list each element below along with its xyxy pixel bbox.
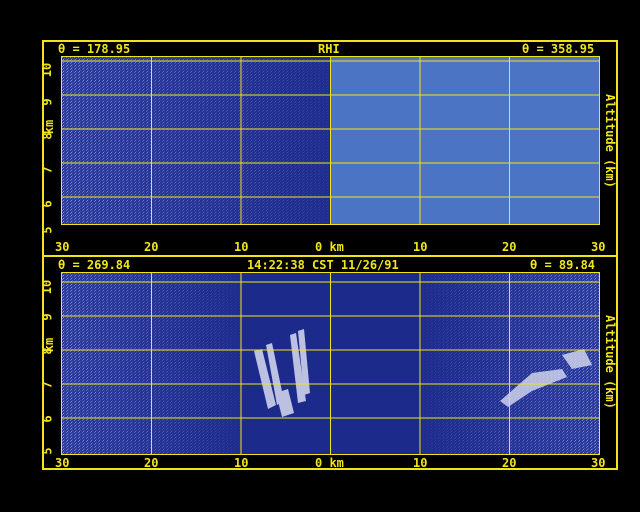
top-xtick-30-right: 30 (591, 240, 606, 254)
panel-divider (42, 255, 618, 257)
bottom-xtick-30-right: 30 (591, 456, 606, 470)
top-ytick-5: 5 (40, 226, 55, 234)
bottom-ytick-9: 9 (40, 313, 55, 321)
top-xtick-30-left: 30 (55, 240, 70, 254)
top-xtick-0: 0 km (315, 240, 344, 254)
bottom-ytick-5: 5 (40, 447, 55, 455)
top-title: RHI (318, 42, 340, 56)
top-xtick-10-right: 10 (413, 240, 428, 254)
bottom-ytick-10: 10 (40, 279, 55, 295)
top-xtick-20-left: 20 (144, 240, 159, 254)
top-ytick-6: 6 (40, 200, 55, 208)
bottom-ytick-7: 7 (40, 381, 55, 389)
bottom-ylabel-altitude: Altitude (km) (602, 315, 617, 409)
bottom-ylabel-km: km (42, 337, 57, 353)
bottom-timestamp: 14:22:38 CST 11/26/91 (247, 258, 399, 272)
top-ylabel-altitude: Altitude (km) (602, 94, 617, 188)
bottom-xtick-30-left: 30 (55, 456, 70, 470)
bottom-left-angle: θ = 269.84 (58, 258, 131, 272)
top-xtick-20-right: 20 (502, 240, 517, 254)
top-ylabel-km: km (42, 119, 57, 135)
top-xtick-10-left: 10 (234, 240, 249, 254)
top-ytick-9: 9 (40, 98, 55, 106)
top-ytick-10: 10 (40, 62, 55, 78)
bottom-xtick-10-right: 10 (413, 456, 428, 470)
top-left-angle: θ = 178.95 (58, 42, 131, 56)
bottom-rhi-plot (61, 272, 600, 455)
bottom-right-angle: θ = 89.84 (530, 258, 596, 272)
top-ytick-7: 7 (40, 166, 55, 174)
bottom-xtick-0: 0 km (315, 456, 344, 470)
bottom-ytick-6: 6 (40, 415, 55, 423)
bottom-xtick-20-right: 20 (502, 456, 517, 470)
bottom-xtick-20-left: 20 (144, 456, 159, 470)
top-rhi-image (62, 57, 599, 224)
bottom-rhi-image (62, 273, 599, 454)
top-right-angle: θ = 358.95 (522, 42, 595, 56)
top-rhi-plot (61, 56, 600, 225)
bottom-xtick-10-left: 10 (234, 456, 249, 470)
